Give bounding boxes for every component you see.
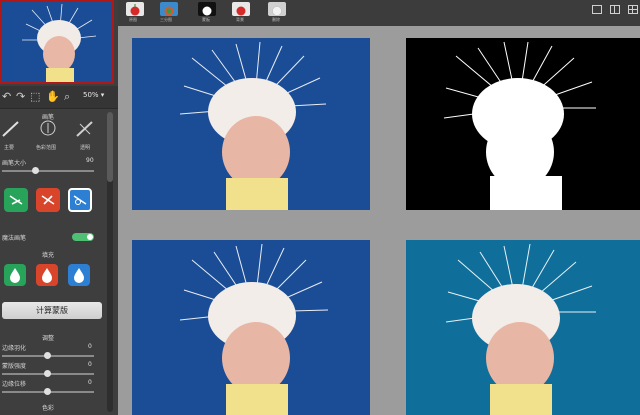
main-brush-icon[interactable] xyxy=(0,118,24,140)
left-sidebar: ↶ ↷ ⬚ ✋ ⌕ 50% ▾ 画笔 主要 色彩范围 透明 画笔大小 90 魔法… xyxy=(0,0,119,415)
brush-size-value: 90 xyxy=(86,157,94,164)
redo-icon[interactable]: ↷ xyxy=(16,90,25,103)
brush-label-color-range: 色彩范围 xyxy=(36,145,57,151)
result-view[interactable] xyxy=(406,240,640,415)
undo-icon[interactable]: ↶ xyxy=(2,90,11,103)
split-view-icon[interactable] xyxy=(610,5,620,14)
sidebar-scrollbar-thumb[interactable] xyxy=(107,112,113,182)
feather-knob[interactable] xyxy=(44,352,51,359)
zoom-level[interactable]: 50% ▾ xyxy=(83,91,104,99)
top-toolbar: 原图 三分图 蒙板 背景 删除 xyxy=(118,0,640,27)
tab-mask-label: 蒙板 xyxy=(202,17,210,22)
tab-original-label: 原图 xyxy=(129,17,137,22)
tab-mask[interactable] xyxy=(198,2,216,16)
preview-thumbnail[interactable] xyxy=(0,0,114,84)
brush-label-transparent: 透明 xyxy=(80,145,91,151)
color-range-brush-icon[interactable] xyxy=(36,118,60,140)
mask-view[interactable] xyxy=(406,38,640,210)
brush-label-main: 主要 xyxy=(4,145,15,151)
trimap-view[interactable] xyxy=(132,240,370,415)
adjust-section-title: 调整 xyxy=(42,335,55,342)
compute-mask-button[interactable]: 计算蒙版 xyxy=(2,302,102,319)
brush-size-slider[interactable] xyxy=(2,170,94,172)
zoom-icon[interactable]: ⌕ xyxy=(64,90,70,104)
keep-brush-button[interactable] xyxy=(4,188,28,212)
hand-icon[interactable]: ✋ xyxy=(46,90,60,103)
edge-shift-value: 0 xyxy=(88,379,92,386)
tab-trimap-label: 三分图 xyxy=(160,17,172,22)
remove-brush-button[interactable] xyxy=(36,188,60,212)
transparent-brush-icon[interactable] xyxy=(74,118,98,140)
single-view-icon[interactable] xyxy=(592,5,602,14)
edge-shift-label: 边缘位移 xyxy=(2,381,27,388)
tab-trimap[interactable] xyxy=(160,2,178,16)
mask-strength-value: 0 xyxy=(88,361,92,368)
tab-original[interactable] xyxy=(126,2,144,16)
tab-background-label: 背景 xyxy=(236,17,244,22)
fill-keep-button[interactable] xyxy=(4,264,26,286)
feather-value: 0 xyxy=(88,343,92,350)
mask-strength-label: 蒙版强度 xyxy=(2,363,27,370)
tool-row: ↶ ↷ ⬚ ✋ ⌕ 50% ▾ xyxy=(0,86,118,109)
blend-brush-button[interactable] xyxy=(68,188,92,212)
tab-background[interactable] xyxy=(232,2,250,16)
brush-size-knob[interactable] xyxy=(32,167,39,174)
quad-view-icon[interactable] xyxy=(628,5,638,14)
original-view[interactable] xyxy=(132,38,370,210)
fill-remove-button[interactable] xyxy=(36,264,58,286)
brush-size-label: 画笔大小 xyxy=(2,160,27,167)
color-section-title: 色彩 xyxy=(42,405,55,412)
tab-delete[interactable] xyxy=(268,2,286,16)
edge-shift-knob[interactable] xyxy=(44,388,51,395)
canvas-area xyxy=(118,26,640,415)
select-icon[interactable]: ⬚ xyxy=(30,90,40,103)
tab-delete-label: 删除 xyxy=(272,17,280,22)
feather-label: 边缘羽化 xyxy=(2,345,27,352)
fill-section-title: 填充 xyxy=(42,252,55,259)
mask-strength-knob[interactable] xyxy=(44,370,51,377)
magic-brush-label: 魔法画笔 xyxy=(2,235,27,242)
magic-brush-toggle[interactable] xyxy=(72,233,94,241)
fill-blend-button[interactable] xyxy=(68,264,90,286)
